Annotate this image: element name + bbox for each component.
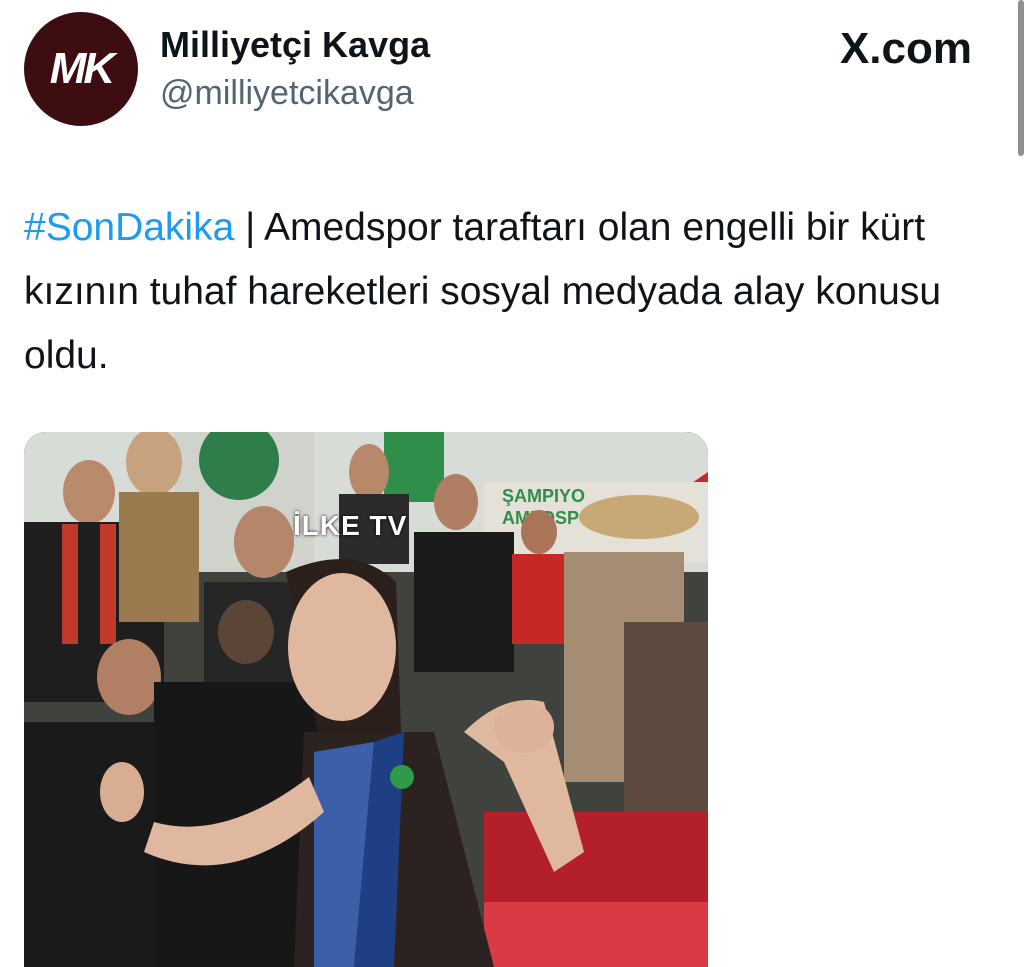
scroll-thumb[interactable] xyxy=(1018,0,1024,156)
media-watermark: İLKE TV xyxy=(293,510,408,541)
author-handle[interactable]: @milliyetcikavga xyxy=(160,74,414,113)
avatar[interactable]: MK xyxy=(24,12,138,126)
author-display-name[interactable]: Milliyetçi Kavga xyxy=(160,24,430,66)
source-label: X.com xyxy=(839,24,972,73)
avatar-logo: MK xyxy=(49,44,115,93)
hashtag-link[interactable]: #SonDakika xyxy=(24,206,234,249)
tweet-text: #SonDakika | Amedspor taraftarı olan eng… xyxy=(24,196,1009,388)
tweet-media-image[interactable]: ŞAMPIYO AMEDSP xyxy=(24,432,708,967)
banner-text: ŞAMPIYO xyxy=(502,486,585,506)
tweet-separator: | xyxy=(234,206,264,249)
scrollbar[interactable] xyxy=(1014,0,1024,160)
